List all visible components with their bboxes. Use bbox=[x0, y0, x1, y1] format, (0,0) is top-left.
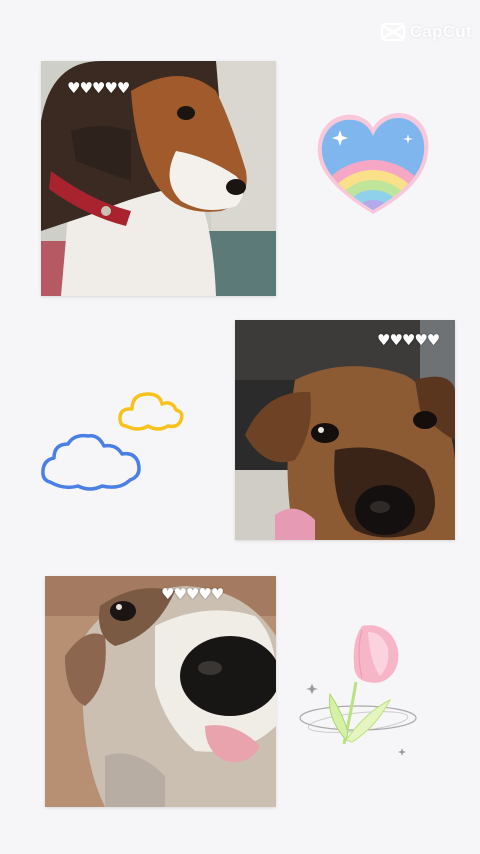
photo-beagle-puppy: ♥♥♥♥♥ bbox=[41, 61, 276, 296]
capcut-watermark-text: CapCut bbox=[409, 22, 472, 41]
clouds-icon bbox=[40, 384, 186, 494]
photo-brown-dog: ♥♥♥♥♥ bbox=[235, 320, 455, 540]
hearts-overlay: ♥♥♥♥♥ bbox=[67, 79, 130, 97]
brown-dog-image bbox=[235, 320, 455, 540]
hearts-overlay: ♥♥♥♥♥ bbox=[377, 331, 440, 349]
old-dog-image bbox=[45, 576, 276, 807]
photo-old-dog: ♥♥♥♥♥ bbox=[45, 576, 276, 807]
rainbow-heart-icon bbox=[316, 112, 430, 218]
hearts-overlay: ♥♥♥♥♥ bbox=[161, 585, 224, 603]
capcut-watermark: CapCut bbox=[380, 22, 472, 42]
capcut-logo-icon bbox=[380, 22, 405, 42]
tulip-icon bbox=[296, 622, 422, 758]
